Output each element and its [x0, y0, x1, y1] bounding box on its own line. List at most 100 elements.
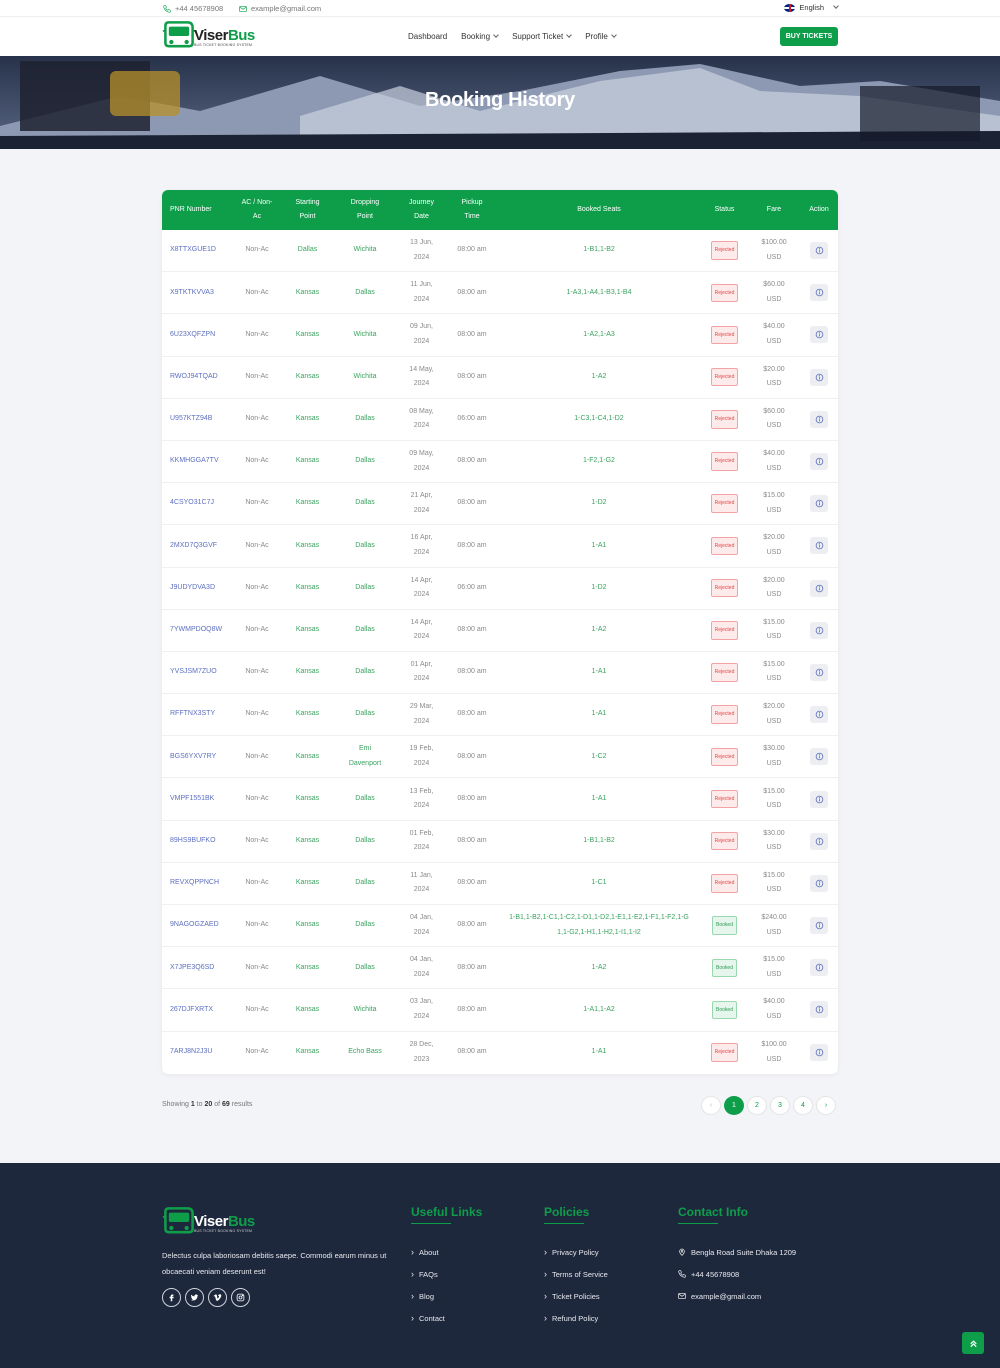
topbar-phone[interactable]: +44 45678908 [163, 4, 223, 13]
nav-booking[interactable]: Booking [461, 32, 499, 41]
view-details-button[interactable] [810, 453, 828, 471]
view-details-button[interactable] [810, 537, 828, 555]
instagram-link[interactable] [231, 1288, 250, 1307]
view-details-button[interactable] [810, 832, 828, 850]
footer-link-terms-of-service[interactable]: › Terms of Service [544, 1263, 608, 1285]
footer-link-faqs[interactable]: › FAQs [411, 1263, 482, 1285]
table-row: VMPF1551BK Non-Ac Kansas Dallas 13 Feb, 2… [162, 778, 838, 821]
view-details-button[interactable] [810, 1001, 828, 1019]
fare-cell: $20.00 USD [748, 694, 800, 735]
footer-link-ticket-policies[interactable]: › Ticket Policies [544, 1285, 608, 1307]
info-icon [815, 921, 823, 930]
page-2-button[interactable]: 2 [747, 1096, 767, 1115]
view-details-button[interactable] [810, 790, 828, 808]
pickup-time: 08:00 am [457, 288, 487, 296]
footer-link-privacy-policy[interactable]: › Privacy Policy [544, 1241, 608, 1263]
topbar-email[interactable]: example@gmail.com [239, 4, 321, 13]
journey-date-day: 04 Jan, [410, 914, 433, 922]
footer-link-about[interactable]: › About [411, 1241, 482, 1263]
view-details-button[interactable] [810, 326, 828, 344]
view-details-button[interactable] [810, 706, 828, 724]
status-badge: Booked [712, 958, 737, 978]
fare-currency: USD [766, 928, 782, 936]
starting-point: Kansas [295, 879, 320, 887]
page-4-button[interactable]: 4 [793, 1096, 813, 1115]
view-details-button[interactable] [810, 368, 828, 386]
footer-phone[interactable]: +44 45678908 [678, 1263, 796, 1285]
view-details-button[interactable] [810, 663, 828, 681]
facebook-link[interactable] [162, 1288, 181, 1307]
footer-link-label: Privacy Policy [552, 1247, 599, 1257]
action-cell [800, 272, 838, 313]
site-logo[interactable]: ViserBus BUS TICKET BOOKING SYSTEM [162, 19, 255, 53]
action-cell [800, 357, 838, 398]
page-1-button[interactable]: 1 [724, 1096, 744, 1115]
next-page-button[interactable]: › [816, 1096, 836, 1115]
view-details-button[interactable] [810, 284, 828, 302]
pnr-cell: KKMHGGA7TV [162, 441, 233, 482]
prev-page-button[interactable]: ‹ [701, 1096, 721, 1115]
info-icon [815, 837, 823, 846]
fare-currency: USD [766, 675, 782, 683]
pnr-number: RWOJ94TQAD [170, 372, 218, 380]
view-details-button[interactable] [810, 1044, 828, 1062]
fare-amount: $15.00 [763, 660, 785, 668]
pnr-cell: RFFTNX3STY [162, 694, 233, 735]
table-row: U957KTZ94B Non-Ac Kansas Dallas 08 May, 2… [162, 399, 838, 441]
status-cell: Rejected [701, 821, 748, 862]
footer-link-label: Blog [419, 1291, 435, 1301]
buy-tickets-button[interactable]: BUY TICKETS [780, 27, 838, 46]
action-cell [800, 821, 838, 862]
footer-link-refund-policy[interactable]: › Refund Policy [544, 1307, 608, 1329]
col-drop-label-b: Point [357, 213, 373, 220]
footer-logo[interactable]: ViserBus BUS TICKET BOOKING SYSTEM [162, 1205, 255, 1239]
journey-date-day: 09 May, [409, 450, 434, 458]
view-details-button[interactable] [810, 410, 828, 428]
view-details-button[interactable] [810, 495, 828, 513]
footer-logo-tagline: BUS TICKET BOOKING SYSTEM [194, 1229, 253, 1233]
language-label: English [799, 3, 824, 12]
fare-currency: USD [766, 717, 782, 725]
journey-date-day: 29 Mar, [409, 703, 434, 711]
table-row: X9TKTKVVA3 Non-Ac Kansas Dallas 11 Jun, 2… [162, 272, 838, 315]
journey-date-year: 2024 [413, 422, 430, 430]
footer-link-contact[interactable]: › Contact [411, 1307, 482, 1329]
footer-link-blog[interactable]: › Blog [411, 1285, 482, 1307]
nav-dashboard[interactable]: Dashboard [408, 32, 447, 41]
action-cell [800, 947, 838, 988]
twitter-link[interactable] [185, 1288, 204, 1307]
scroll-to-top-button[interactable] [962, 1332, 984, 1354]
footer-logo-name-b: Bus [227, 1213, 255, 1230]
dropping-point: Dallas [355, 288, 375, 296]
fare-amount: $15.00 [763, 618, 785, 626]
page-3-button[interactable]: 3 [770, 1096, 790, 1115]
col-seats-label: Booked Seats [577, 206, 621, 213]
view-details-button[interactable] [810, 748, 828, 766]
footer-email[interactable]: example@gmail.com [678, 1285, 796, 1307]
booked-seats-cell: 1-A1 [497, 778, 701, 819]
vimeo-link[interactable] [208, 1288, 227, 1307]
view-details-button[interactable] [810, 874, 828, 892]
col-ac-label-a: AC / Non- [241, 199, 273, 206]
fare-amount: $20.00 [763, 576, 785, 584]
booked-seats: 1-D2 [591, 499, 607, 507]
language-selector[interactable]: English [784, 3, 839, 12]
journey-date-cell: 14 Apr, 2024 [396, 610, 447, 651]
nav-support-ticket[interactable]: Support Ticket [512, 32, 573, 41]
footer-policies: Policies › Privacy Policy › Terms of Servi… [544, 1205, 608, 1329]
action-cell [800, 736, 838, 777]
view-details-button[interactable] [810, 579, 828, 597]
title-underline [544, 1223, 584, 1224]
view-details-button[interactable] [810, 917, 828, 935]
fare-cell: $100.00 USD [748, 230, 800, 271]
pnr-number: J9UDYDVA3D [170, 583, 215, 591]
nav-profile[interactable]: Profile [585, 32, 617, 41]
journey-date-cell: 03 Jan, 2024 [396, 989, 447, 1030]
pickup-time-cell: 08:00 am [447, 314, 497, 355]
view-details-button[interactable] [810, 242, 828, 260]
action-cell [800, 314, 838, 355]
fare-cell: $30.00 USD [748, 736, 800, 777]
view-details-button[interactable] [810, 621, 828, 639]
booked-seats: 1-C3,1-C4,1-D2 [574, 415, 624, 423]
view-details-button[interactable] [810, 959, 828, 977]
